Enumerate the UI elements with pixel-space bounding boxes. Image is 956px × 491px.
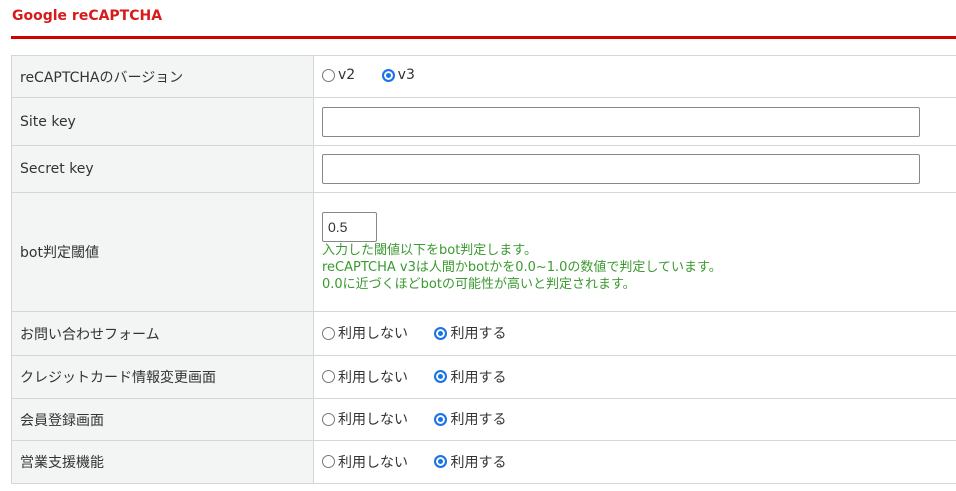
member-registration-on-radio[interactable]: 利用する [434,409,506,429]
threshold-row: bot判定閾値 入力した閾値以下をbot判定します。 reCAPTCHA v3は… [11,192,956,312]
site-key-input[interactable] [322,106,920,137]
threshold-input[interactable] [322,211,377,242]
section-title: Google reCAPTCHA [12,8,163,24]
recaptcha-settings-table: reCAPTCHAのバージョン v2 v3 Site key Secret ke… [11,55,956,484]
sales-support-on-radio[interactable]: 利用する [434,452,506,472]
radio-unchecked-icon [322,455,335,469]
radio-unchecked-icon [322,370,335,384]
secret-key-row: Secret key [11,145,956,193]
site-key-row: Site key [11,97,956,146]
threshold-label: bot判定閾値 [11,192,314,312]
sales-support-off-radio[interactable]: 利用しない [322,452,408,472]
threshold-help: 入力した閾値以下をbot判定します。 reCAPTCHA v3は人間かbotかを… [322,242,722,292]
contact-form-label: お問い合わせフォーム [11,311,314,356]
radio-unchecked-icon [322,326,335,340]
radio-checked-icon [434,326,448,340]
version-v2-radio[interactable]: v2 [322,67,355,83]
version-v3-radio[interactable]: v3 [381,67,415,83]
member-registration-row: 会員登録画面 利用しない 利用する [11,398,956,441]
credit-card-row: クレジットカード情報変更画面 利用しない 利用する [11,355,956,399]
contact-form-row: お問い合わせフォーム 利用しない 利用する [11,311,956,356]
sales-support-label: 営業支援機能 [11,440,314,484]
radio-unchecked-icon [322,412,335,426]
member-registration-label: 会員登録画面 [11,398,314,441]
contact-form-on-radio[interactable]: 利用する [434,323,506,343]
contact-form-off-radio[interactable]: 利用しない [322,323,408,343]
site-key-label: Site key [11,97,314,146]
credit-card-label: クレジットカード情報変更画面 [11,355,314,399]
radio-unchecked-icon [322,68,335,82]
version-label: reCAPTCHAのバージョン [11,55,314,98]
sales-support-row: 営業支援機能 利用しない 利用する [11,440,956,484]
version-row: reCAPTCHAのバージョン v2 v3 [11,55,956,98]
credit-card-on-radio[interactable]: 利用する [434,367,506,387]
member-registration-off-radio[interactable]: 利用しない [322,409,408,429]
secret-key-input[interactable] [322,154,920,184]
radio-checked-icon [381,68,395,82]
title-divider [11,36,956,39]
radio-checked-icon [434,370,448,384]
credit-card-off-radio[interactable]: 利用しない [322,367,408,387]
radio-checked-icon [434,412,448,426]
secret-key-label: Secret key [11,145,314,193]
radio-checked-icon [434,455,448,469]
